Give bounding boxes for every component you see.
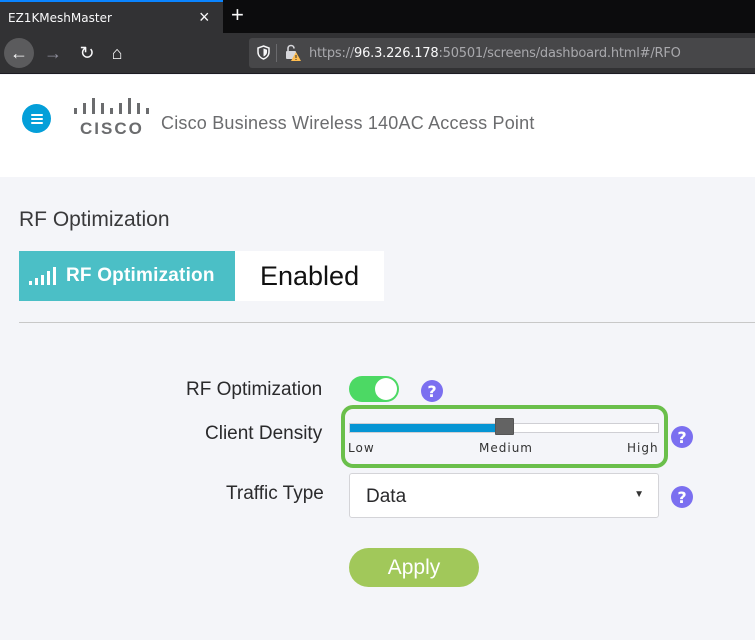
status-value: Enabled <box>260 260 360 291</box>
signal-strength-icon <box>29 267 57 285</box>
browser-tab-bar: EZ1KMeshMaster × + <box>0 0 755 33</box>
tab-title: EZ1KMeshMaster <box>8 11 112 25</box>
insecure-lock-icon[interactable] <box>285 44 301 62</box>
slider-tick-medium: Medium <box>479 441 533 455</box>
menu-line <box>30 113 43 116</box>
highlight-annotation <box>341 405 668 468</box>
url-separator <box>276 44 277 62</box>
tracking-shield-icon[interactable] <box>257 45 270 60</box>
url-bar[interactable]: https://96.3.226.178:50501/screens/dashb… <box>249 38 755 68</box>
url-host: 96.3.226.178 <box>354 46 439 61</box>
new-tab-icon[interactable]: + <box>231 3 244 27</box>
rf-optimization-help-icon[interactable]: ? <box>421 380 443 402</box>
client-density-label: Client Density <box>205 423 323 444</box>
rf-optimization-label: RF Optimization <box>186 379 323 400</box>
reload-icon: ↻ <box>79 42 95 63</box>
product-title: Cisco Business Wireless 140AC Access Poi… <box>161 113 535 133</box>
divider <box>19 322 755 323</box>
forward-arrow-icon: → <box>44 42 62 63</box>
traffic-type-help-icon[interactable]: ? <box>671 486 693 508</box>
slider-tick-high: High <box>627 441 659 455</box>
rf-optimization-toggle[interactable] <box>349 376 399 402</box>
back-arrow-icon: ← <box>10 42 28 63</box>
client-density-slider-handle[interactable] <box>494 418 514 435</box>
url-path: :50501/screens/dashboard.html#/RFO <box>438 46 681 61</box>
back-button[interactable]: ← <box>4 38 34 68</box>
cisco-logo: cisco <box>72 97 152 139</box>
reload-button[interactable]: ↻ <box>72 38 102 68</box>
cisco-bars-icon <box>74 98 149 114</box>
traffic-type-value: Data <box>366 486 407 507</box>
home-button[interactable]: ⌂ <box>102 38 132 68</box>
status-card: RF Optimization Enabled <box>19 251 384 301</box>
url-scheme: https:// <box>309 46 354 61</box>
cisco-wordmark: cisco <box>80 119 144 138</box>
status-label-box: RF Optimization <box>19 251 235 301</box>
status-label: RF Optimization <box>66 265 215 286</box>
chevron-down-icon: ▼ <box>634 489 644 500</box>
browser-nav-bar: ← → ↻ ⌂ https://96.3.226.178:50501/scree… <box>0 33 755 74</box>
slider-tick-low: Low <box>348 441 375 455</box>
page-title: RF Optimization <box>19 208 170 231</box>
close-tab-icon[interactable]: × <box>199 7 210 27</box>
menu-line <box>30 117 43 120</box>
browser-tab[interactable]: EZ1KMeshMaster × <box>0 0 223 33</box>
status-value-box: Enabled <box>235 251 384 301</box>
traffic-type-select[interactable]: Data ▼ <box>349 473 659 518</box>
home-icon: ⌂ <box>111 42 123 63</box>
traffic-type-label: Traffic Type <box>226 483 324 504</box>
apply-button[interactable]: Apply <box>349 548 479 587</box>
hamburger-menu-button[interactable] <box>22 104 51 133</box>
forward-button[interactable]: → <box>38 38 68 68</box>
app-header: cisco Cisco Business Wireless 140AC Acce… <box>0 75 755 177</box>
client-density-help-icon[interactable]: ? <box>671 426 693 448</box>
toggle-knob <box>375 378 397 400</box>
url-text[interactable]: https://96.3.226.178:50501/screens/dashb… <box>309 46 681 61</box>
slider-fill <box>350 424 505 432</box>
menu-line <box>30 121 43 124</box>
